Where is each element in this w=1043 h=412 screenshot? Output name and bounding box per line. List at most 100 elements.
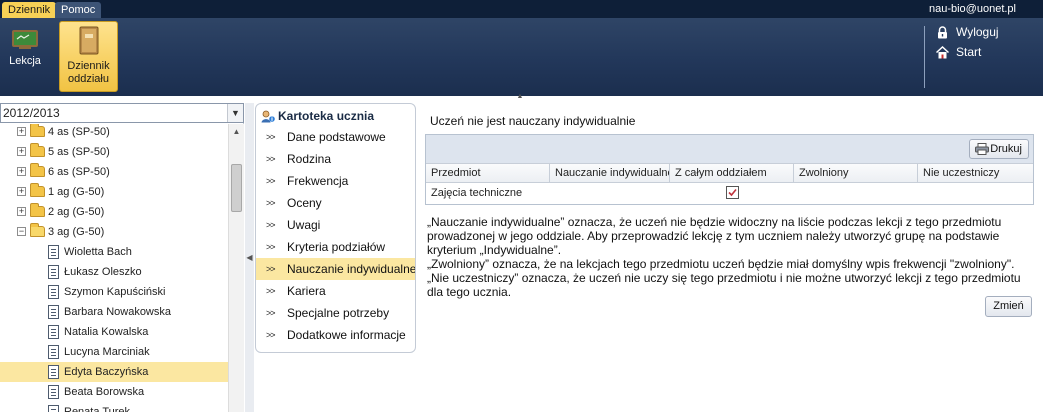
tree-item-student[interactable]: Lucyna Marciniak bbox=[0, 342, 228, 362]
folder-icon bbox=[30, 163, 45, 177]
tree-item-label: Szymon Kapuściński bbox=[64, 286, 166, 298]
double-chevron-icon: >> bbox=[266, 308, 275, 318]
card-menu-item[interactable]: >> Kryteria podziałów bbox=[256, 236, 415, 258]
tree-scrollbar[interactable]: ▲ bbox=[228, 124, 244, 412]
chevron-down-icon[interactable]: ▼ bbox=[227, 104, 243, 122]
tree-item-class[interactable]: +2 ag (G-50) bbox=[0, 202, 228, 222]
card-menu-item[interactable]: >> Kariera bbox=[256, 280, 415, 302]
card-menu-item[interactable]: >> Nauczanie indywidualne bbox=[256, 258, 415, 280]
ribbon-separator bbox=[924, 26, 925, 88]
card-menu-item-label: Kariera bbox=[287, 284, 326, 298]
card-menu-item[interactable]: >> Dane podstawowe bbox=[256, 126, 415, 148]
explanation-text: „Nauczanie indywidualne” oznacza, że ucz… bbox=[427, 215, 1033, 299]
school-year-select[interactable]: 2012/2013 ▼ bbox=[0, 103, 244, 123]
student-file-icon bbox=[48, 385, 59, 399]
note-line: prowadzonej w jego oddziale. Aby przepro… bbox=[427, 229, 1000, 243]
expand-icon[interactable]: + bbox=[17, 187, 26, 196]
folder-icon bbox=[30, 143, 45, 157]
column-header-not-attending[interactable]: Nie uczestniczy bbox=[918, 164, 1033, 183]
column-header-individual[interactable]: Nauczanie indywidualne bbox=[550, 164, 670, 183]
expand-icon[interactable]: + bbox=[17, 127, 26, 136]
tree-item-label: Lucyna Marciniak bbox=[64, 346, 150, 358]
change-button[interactable]: Zmień bbox=[985, 296, 1032, 317]
student-file-icon bbox=[48, 345, 59, 359]
card-title: Kartoteka ucznia bbox=[256, 104, 415, 126]
student-file-icon bbox=[48, 325, 59, 339]
tree-item-label: Natalia Kowalska bbox=[64, 326, 149, 338]
card-title-label: Kartoteka ucznia bbox=[278, 109, 375, 123]
card-menu-item-label: Dane podstawowe bbox=[287, 130, 386, 144]
note-line: dla tego ucznia. bbox=[427, 285, 512, 299]
card-menu-item[interactable]: >> Dodatkowe informacje bbox=[256, 324, 415, 346]
tree-item-class[interactable]: − 3 ag (G-50) bbox=[0, 222, 228, 242]
card-menu-item[interactable]: >> Uwagi bbox=[256, 214, 415, 236]
column-header-whole-class[interactable]: Z całym oddziałem bbox=[670, 164, 794, 183]
collapse-left-icon[interactable]: ◀ bbox=[245, 253, 254, 262]
double-chevron-icon: >> bbox=[266, 154, 275, 164]
tree-item-class[interactable]: +4 as (SP-50) bbox=[0, 124, 228, 142]
checkbox-checked-icon bbox=[726, 186, 739, 199]
subject-cell: Zajęcia techniczne bbox=[431, 187, 523, 199]
menu-tab-dziennik[interactable]: Dziennik bbox=[2, 2, 57, 18]
double-chevron-icon: >> bbox=[266, 264, 275, 274]
double-chevron-icon: >> bbox=[266, 220, 275, 230]
logout-link[interactable]: Wyloguj bbox=[936, 24, 999, 40]
user-email: nau-bio@uonet.pl bbox=[928, 3, 1016, 15]
note-line: „Nauczanie indywidualne” oznacza, że ucz… bbox=[427, 215, 1002, 229]
expand-icon[interactable]: + bbox=[17, 167, 26, 176]
tree-item-student[interactable]: Szymon Kapuściński bbox=[0, 282, 228, 302]
dziennik-label-line2: oddziału bbox=[68, 73, 109, 85]
lekcja-button[interactable]: Lekcja bbox=[1, 21, 49, 92]
start-link[interactable]: Start bbox=[936, 44, 981, 60]
tree-item-label: 1 ag (G-50) bbox=[48, 186, 105, 198]
tree-item-label: 3 ag (G-50) bbox=[48, 226, 105, 238]
tree-item-label: 5 as (SP-50) bbox=[48, 146, 110, 158]
tree-item-student[interactable]: Renata Turek bbox=[0, 402, 228, 412]
card-menu-item-label: Rodzina bbox=[287, 152, 332, 166]
card-menu-item-label: Oceny bbox=[287, 196, 322, 210]
tree-item-student[interactable]: Łukasz Oleszko bbox=[0, 262, 228, 282]
menu-tab-pomoc[interactable]: Pomoc bbox=[55, 2, 102, 18]
card-menu-item[interactable]: >> Rodzina bbox=[256, 148, 415, 170]
card-menu-list: >> Dane podstawowe >> Rodzina >> Frekwencja >>… bbox=[256, 126, 415, 346]
tree-item-student[interactable]: Beata Borowska bbox=[0, 382, 228, 402]
panel-splitter[interactable]: ◀ bbox=[245, 103, 254, 412]
dziennik-oddzialu-button[interactable]: Dziennik oddziału bbox=[59, 21, 118, 92]
tree-item-label: Beata Borowska bbox=[64, 386, 145, 398]
tree-item-student[interactable]: Wioletta Bach bbox=[0, 242, 228, 262]
tree-item-student[interactable]: Barbara Nowakowska bbox=[0, 302, 228, 322]
table-row[interactable]: Zajęcia techniczne bbox=[426, 183, 1033, 204]
double-chevron-icon: >> bbox=[266, 286, 275, 296]
card-menu-item-label: Frekwencja bbox=[287, 174, 349, 188]
double-chevron-icon: >> bbox=[266, 330, 275, 340]
card-menu-item[interactable]: >> Specjalne potrzeby bbox=[256, 302, 415, 324]
tree-item-label: Wioletta Bach bbox=[64, 246, 132, 258]
card-menu-item[interactable]: >> Oceny bbox=[256, 192, 415, 214]
card-menu-item-label: Dodatkowe informacje bbox=[287, 328, 406, 342]
top-menu-bar: Dziennik Pomoc nau-bio@uonet.pl bbox=[0, 0, 1043, 18]
expand-icon[interactable]: + bbox=[17, 207, 26, 216]
tree-item-label: Barbara Nowakowska bbox=[64, 306, 171, 318]
expand-icon[interactable]: + bbox=[17, 147, 26, 156]
student-file-icon bbox=[48, 405, 59, 412]
print-button[interactable]: Drukuj bbox=[969, 139, 1029, 159]
folder-icon bbox=[30, 124, 45, 137]
tree-item-class[interactable]: +5 as (SP-50) bbox=[0, 142, 228, 162]
tree-item-student[interactable]: Natalia Kowalska bbox=[0, 322, 228, 342]
collapse-icon[interactable]: − bbox=[17, 227, 26, 236]
blackboard-icon bbox=[12, 30, 38, 49]
column-header-excused[interactable]: Zwolniony bbox=[794, 164, 918, 183]
tree-item-label: 2 ag (G-50) bbox=[48, 206, 105, 218]
card-menu-item[interactable]: >> Frekwencja bbox=[256, 170, 415, 192]
column-header-subject[interactable]: Przedmiot bbox=[426, 164, 550, 183]
ribbon-collapse-toggle[interactable]: ▲ bbox=[513, 93, 527, 100]
scroll-up-icon[interactable]: ▲ bbox=[229, 124, 244, 140]
tree-item-class[interactable]: +6 as (SP-50) bbox=[0, 162, 228, 182]
tree-item-student[interactable]: Edyta Baczyńska bbox=[0, 362, 228, 382]
student-info-icon bbox=[261, 110, 275, 123]
student-file-icon bbox=[48, 305, 59, 319]
card-menu-item-label: Kryteria podziałów bbox=[287, 240, 386, 254]
scrollbar-thumb[interactable] bbox=[231, 164, 242, 212]
double-chevron-icon: >> bbox=[266, 132, 275, 142]
tree-item-class[interactable]: +1 ag (G-50) bbox=[0, 182, 228, 202]
